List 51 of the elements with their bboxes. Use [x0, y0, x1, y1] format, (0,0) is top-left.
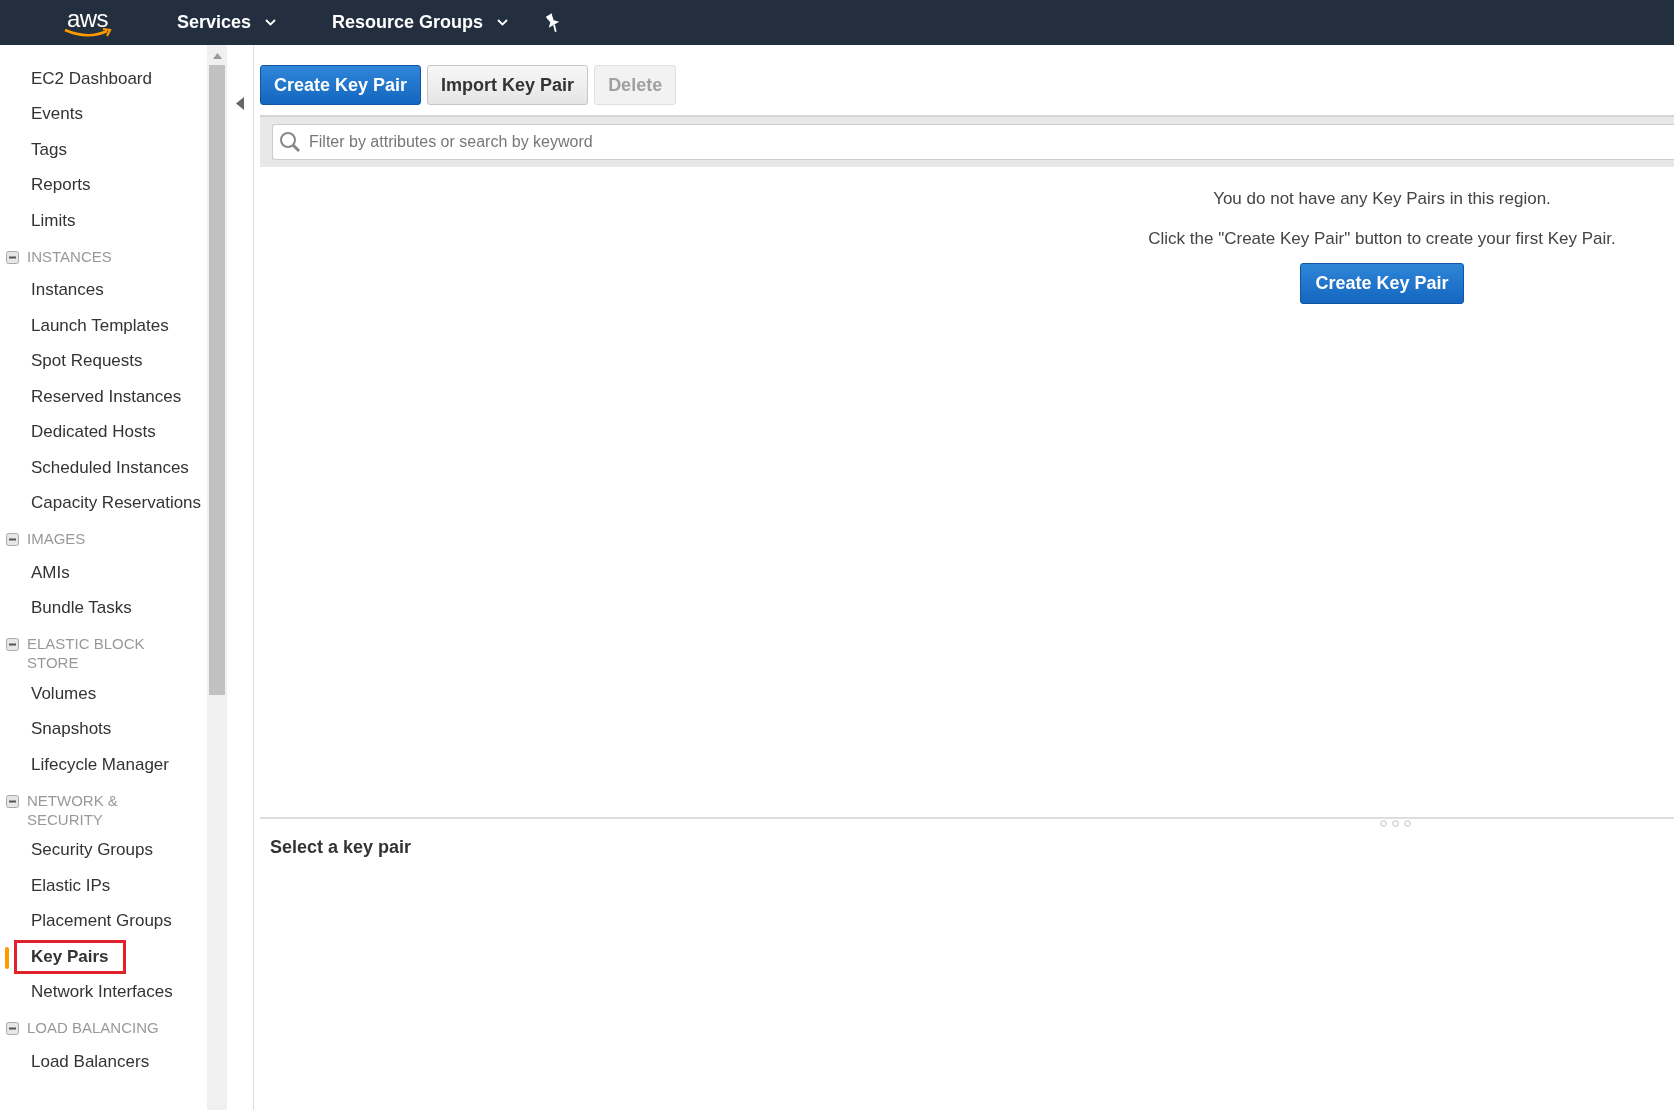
collapse-left-icon	[236, 97, 244, 110]
sidebar-item[interactable]: Capacity Reservations	[14, 486, 207, 521]
sidebar-item[interactable]: Network Interfaces	[14, 975, 190, 1010]
details-title: Select a key pair	[270, 837, 412, 857]
selected-indicator	[5, 947, 9, 969]
caret-icon	[265, 19, 277, 26]
empty-hint: Click the "Create Key Pair" button to create your first Key Pair.	[1148, 229, 1616, 249]
logo-text: aws	[66, 8, 109, 29]
sidebar-section-heading: INSTANCES	[27, 246, 113, 266]
sidebar-section-heading: ELASTIC BLOCK STORE	[27, 634, 146, 672]
collapse-toggle-icon[interactable]	[6, 1022, 19, 1035]
sidebar-item[interactable]: Reserved Instances	[14, 379, 199, 414]
collapse-toggle-icon[interactable]	[6, 250, 19, 264]
collapse-toggle-icon[interactable]	[6, 533, 19, 546]
sidebar-item[interactable]: Dedicated Hosts	[14, 415, 173, 450]
empty-message: You do not have any Key Pairs in this region.	[1213, 189, 1551, 209]
sidebar-item[interactable]: Volumes	[14, 676, 114, 711]
sidebar-item[interactable]: Key Pairs	[14, 939, 126, 974]
scrollbar-thumb[interactable]	[209, 65, 225, 695]
sidebar-item[interactable]: Security Groups	[14, 833, 170, 868]
resize-grip-icon[interactable]	[1380, 820, 1412, 827]
sidebar-item[interactable]: Spot Requests	[14, 344, 160, 379]
sidebar-item[interactable]: Events	[14, 97, 100, 132]
sidebar-item[interactable]: Scheduled Instances	[14, 450, 206, 485]
search-field[interactable]: Filter by attributes or search by keyword	[272, 124, 1674, 160]
create-key-pair-button[interactable]: Create Key Pair	[1300, 263, 1464, 304]
sidebar-item[interactable]: Placement Groups	[14, 904, 189, 939]
nav-menu[interactable]: Resource Groups	[332, 12, 509, 33]
sidebar-item[interactable]: Elastic IPs	[14, 868, 128, 903]
toolbar-button[interactable]: Create Key Pair	[260, 65, 422, 105]
sidebar-section-heading: LOAD BALANCING	[27, 1018, 160, 1037]
sidebar-item[interactable]: Launch Templates	[14, 308, 186, 343]
sidebar-item[interactable]: Reports	[14, 168, 108, 203]
sidebar-item[interactable]: Load Balancers	[14, 1044, 167, 1079]
sidebar-item[interactable]: Bundle Tasks	[14, 591, 149, 626]
caret-icon	[497, 19, 509, 26]
sidebar-item[interactable]: EC2 Dashboard	[14, 61, 169, 96]
sidebar-item[interactable]: Limits	[14, 203, 93, 238]
sidebar-item[interactable]: Tags	[14, 132, 84, 167]
collapse-toggle-icon[interactable]	[6, 638, 19, 651]
sidebar-item[interactable]: AMIs	[14, 555, 87, 590]
aws-logo[interactable]: aws	[60, 8, 115, 37]
sidebar-section-heading: IMAGES	[27, 529, 87, 548]
collapse-toggle-icon[interactable]	[6, 794, 19, 808]
toolbar-button[interactable]: Import Key Pair	[427, 65, 589, 105]
smile-arrow-icon	[62, 27, 113, 37]
sidebar-section-heading: NETWORK & SECURITY	[27, 790, 119, 829]
sidebar-item[interactable]: Snapshots	[14, 712, 129, 747]
nav-menu[interactable]: Services	[177, 12, 277, 33]
sidebar-item[interactable]: Lifecycle Manager	[14, 747, 186, 782]
sidebar-item[interactable]: Instances	[14, 273, 121, 308]
